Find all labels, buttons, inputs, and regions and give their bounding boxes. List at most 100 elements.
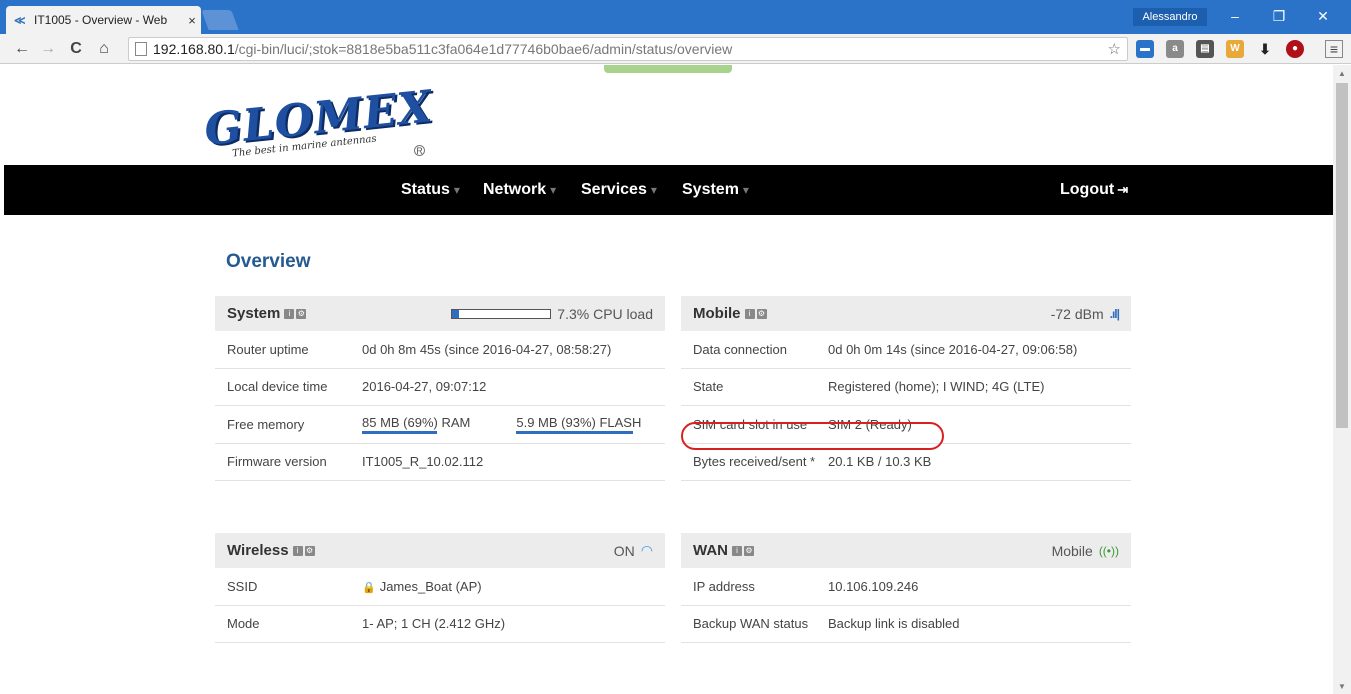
panel-title: System bbox=[227, 305, 281, 322]
menu-icon[interactable]: ≡ bbox=[1325, 40, 1343, 58]
menu-system[interactable]: System ▾ bbox=[682, 165, 749, 215]
row-label: Mode bbox=[227, 616, 260, 632]
mobile-panel: Mobile i ⚙ -72 dBm .ıl| Data connection 0d … bbox=[681, 296, 1131, 481]
download-icon[interactable]: ⬇ bbox=[1256, 40, 1274, 58]
menu-services-label: Services bbox=[581, 181, 647, 198]
row-label: Bytes received/sent * bbox=[693, 454, 816, 470]
table-row: Data connection 0d 0h 0m 14s (since 2016-… bbox=[681, 331, 1131, 369]
row-value: 2016-04-27, 09:07:12 bbox=[362, 379, 487, 395]
row-label: Backup WAN status bbox=[693, 616, 809, 632]
menu-network-label: Network bbox=[483, 181, 547, 198]
cpu-load-label: 7.3% CPU load bbox=[557, 305, 653, 322]
wan-panel-header: WAN i ⚙ Mobile ((•)) bbox=[681, 533, 1131, 568]
wan-panel: WAN i ⚙ Mobile ((•)) IP address 10.106.109.… bbox=[681, 533, 1131, 643]
extension-icon[interactable]: a bbox=[1166, 40, 1184, 58]
wireless-panel: Wireless i ⚙ ON ◠ SSID 🔒 James_Boat (AP) Mod… bbox=[215, 533, 665, 643]
notification-tab[interactable] bbox=[604, 65, 732, 73]
signal-bars-icon: .ıl| bbox=[1109, 306, 1120, 321]
antenna-icon: ((•)) bbox=[1098, 543, 1119, 558]
restore-button[interactable]: ❐ bbox=[1264, 6, 1294, 26]
close-window-button[interactable]: ✕ bbox=[1308, 6, 1338, 26]
settings-icon[interactable]: ⚙ bbox=[304, 545, 315, 556]
row-label: State bbox=[693, 379, 724, 395]
table-row: Free memory 85 MB (69%) RAM 5.9 MB (93%)… bbox=[215, 406, 665, 444]
chevron-down-icon: ▾ bbox=[550, 183, 557, 197]
info-icon[interactable]: i bbox=[744, 308, 755, 319]
signal-strength: -72 dBm bbox=[1050, 305, 1104, 322]
settings-icon[interactable]: ⚙ bbox=[756, 308, 767, 319]
table-row: SIM card slot in use SIM 2 (Ready) bbox=[681, 406, 1131, 444]
row-value: 0d 0h 0m 14s (since 2016-04-27, 09:06:58… bbox=[828, 341, 1078, 357]
row-label: Firmware version bbox=[227, 454, 327, 470]
favicon-icon: ≪ bbox=[14, 15, 26, 27]
row-value: IT1005_R_10.02.112 bbox=[362, 454, 484, 470]
wifi-icon: ◠ bbox=[640, 542, 653, 558]
menu-network[interactable]: Network ▾ bbox=[483, 165, 556, 215]
ram-usage-bar bbox=[362, 430, 437, 434]
chevron-down-icon: ▾ bbox=[742, 183, 749, 197]
page-title: Overview bbox=[226, 251, 311, 272]
logout-icon: ⇥ bbox=[1117, 182, 1129, 197]
info-icon[interactable]: i bbox=[284, 308, 295, 319]
extension-icon[interactable]: ▬ bbox=[1136, 40, 1154, 58]
info-icon[interactable]: i bbox=[732, 545, 742, 556]
row-value: SIM 2 (Ready) bbox=[828, 416, 912, 432]
main-menu: Status ▾ Network ▾ Services ▾ System ▾ Logou… bbox=[4, 165, 1333, 215]
cpu-load-fill bbox=[452, 309, 460, 318]
system-panel: System i ⚙ 7.3% CPU load Router uptime 0d … bbox=[215, 296, 665, 481]
browser-titlebar: ≪ IT1005 - Overview - Web × Alessandro –… bbox=[0, 0, 1351, 34]
row-value: 10.106.109.246 bbox=[828, 578, 919, 594]
home-icon[interactable]: ⌂ bbox=[94, 39, 114, 59]
shield-icon[interactable]: ● bbox=[1286, 40, 1304, 58]
browser-toolbar: ← → C ⌂ 192.168.80.1/cgi-bin/luci/;stok=… bbox=[0, 34, 1351, 64]
page-viewport: GLOMEX The best in marine antennas R Sta… bbox=[0, 65, 1333, 694]
page-icon bbox=[135, 42, 147, 56]
settings-icon[interactable]: ⚙ bbox=[296, 308, 307, 319]
logout-label: Logout bbox=[1060, 181, 1115, 198]
chevron-down-icon: ▾ bbox=[650, 183, 657, 197]
settings-icon[interactable]: ⚙ bbox=[744, 545, 754, 556]
reload-icon[interactable]: C bbox=[66, 39, 86, 59]
tab-title: IT1005 - Overview - Web bbox=[34, 13, 168, 27]
registered-icon: R bbox=[414, 145, 425, 156]
extension-icon[interactable]: ▤ bbox=[1196, 40, 1214, 58]
address-bar[interactable]: 192.168.80.1/cgi-bin/luci/;stok=8818e5ba… bbox=[128, 37, 1128, 61]
vertical-scrollbar[interactable]: ▲ ▼ bbox=[1333, 65, 1351, 694]
scroll-thumb[interactable] bbox=[1336, 83, 1348, 428]
flash-usage: 5.9 MB (93%) FLASH bbox=[516, 415, 641, 434]
system-panel-header: System i ⚙ 7.3% CPU load bbox=[215, 296, 665, 331]
cpu-load-bar bbox=[451, 308, 552, 319]
ram-usage: 85 MB (69%) RAM bbox=[362, 415, 470, 434]
menu-status-label: Status bbox=[401, 181, 450, 198]
new-tab-button[interactable] bbox=[201, 10, 239, 30]
url-path: /cgi-bin/luci/;stok=8818e5ba511c3fa064e1… bbox=[234, 41, 733, 57]
info-icon[interactable]: i bbox=[292, 545, 303, 556]
row-label: Data connection bbox=[693, 341, 787, 357]
url-host: 192.168.80.1 bbox=[153, 41, 235, 57]
table-row: Mode 1- AP; 1 CH (2.412 GHz) bbox=[215, 606, 665, 643]
row-label: Free memory bbox=[227, 416, 305, 432]
mobile-panel-header: Mobile i ⚙ -72 dBm .ıl| bbox=[681, 296, 1131, 331]
back-icon[interactable]: ← bbox=[12, 39, 32, 59]
star-icon[interactable]: ☆ bbox=[1108, 40, 1121, 58]
profile-button[interactable]: Alessandro bbox=[1133, 8, 1207, 26]
row-label: IP address bbox=[693, 578, 755, 594]
forward-icon[interactable]: → bbox=[38, 39, 58, 59]
logout-button[interactable]: Logout ⇥ bbox=[1060, 165, 1128, 215]
row-value: Backup link is disabled bbox=[828, 616, 960, 632]
extension-icon[interactable]: W bbox=[1226, 40, 1244, 58]
table-row: Router uptime 0d 0h 8m 45s (since 2016-04… bbox=[215, 331, 665, 369]
row-value: Registered (home); I WIND; 4G (LTE) bbox=[828, 379, 1045, 395]
browser-tab[interactable]: ≪ IT1005 - Overview - Web × bbox=[6, 6, 201, 34]
menu-status[interactable]: Status ▾ bbox=[401, 165, 460, 215]
row-value: 0d 0h 8m 45s (since 2016-04-27, 08:58:27… bbox=[362, 341, 612, 357]
scroll-down-icon[interactable]: ▼ bbox=[1333, 680, 1351, 694]
close-tab-icon[interactable]: × bbox=[183, 13, 201, 28]
menu-services[interactable]: Services ▾ bbox=[581, 165, 657, 215]
panel-title: Mobile bbox=[693, 305, 741, 322]
menu-system-label: System bbox=[682, 181, 739, 198]
scroll-up-icon[interactable]: ▲ bbox=[1333, 67, 1351, 81]
row-label: SIM card slot in use bbox=[693, 416, 808, 432]
flash-usage-bar bbox=[516, 430, 633, 434]
minimize-button[interactable]: – bbox=[1220, 6, 1250, 26]
